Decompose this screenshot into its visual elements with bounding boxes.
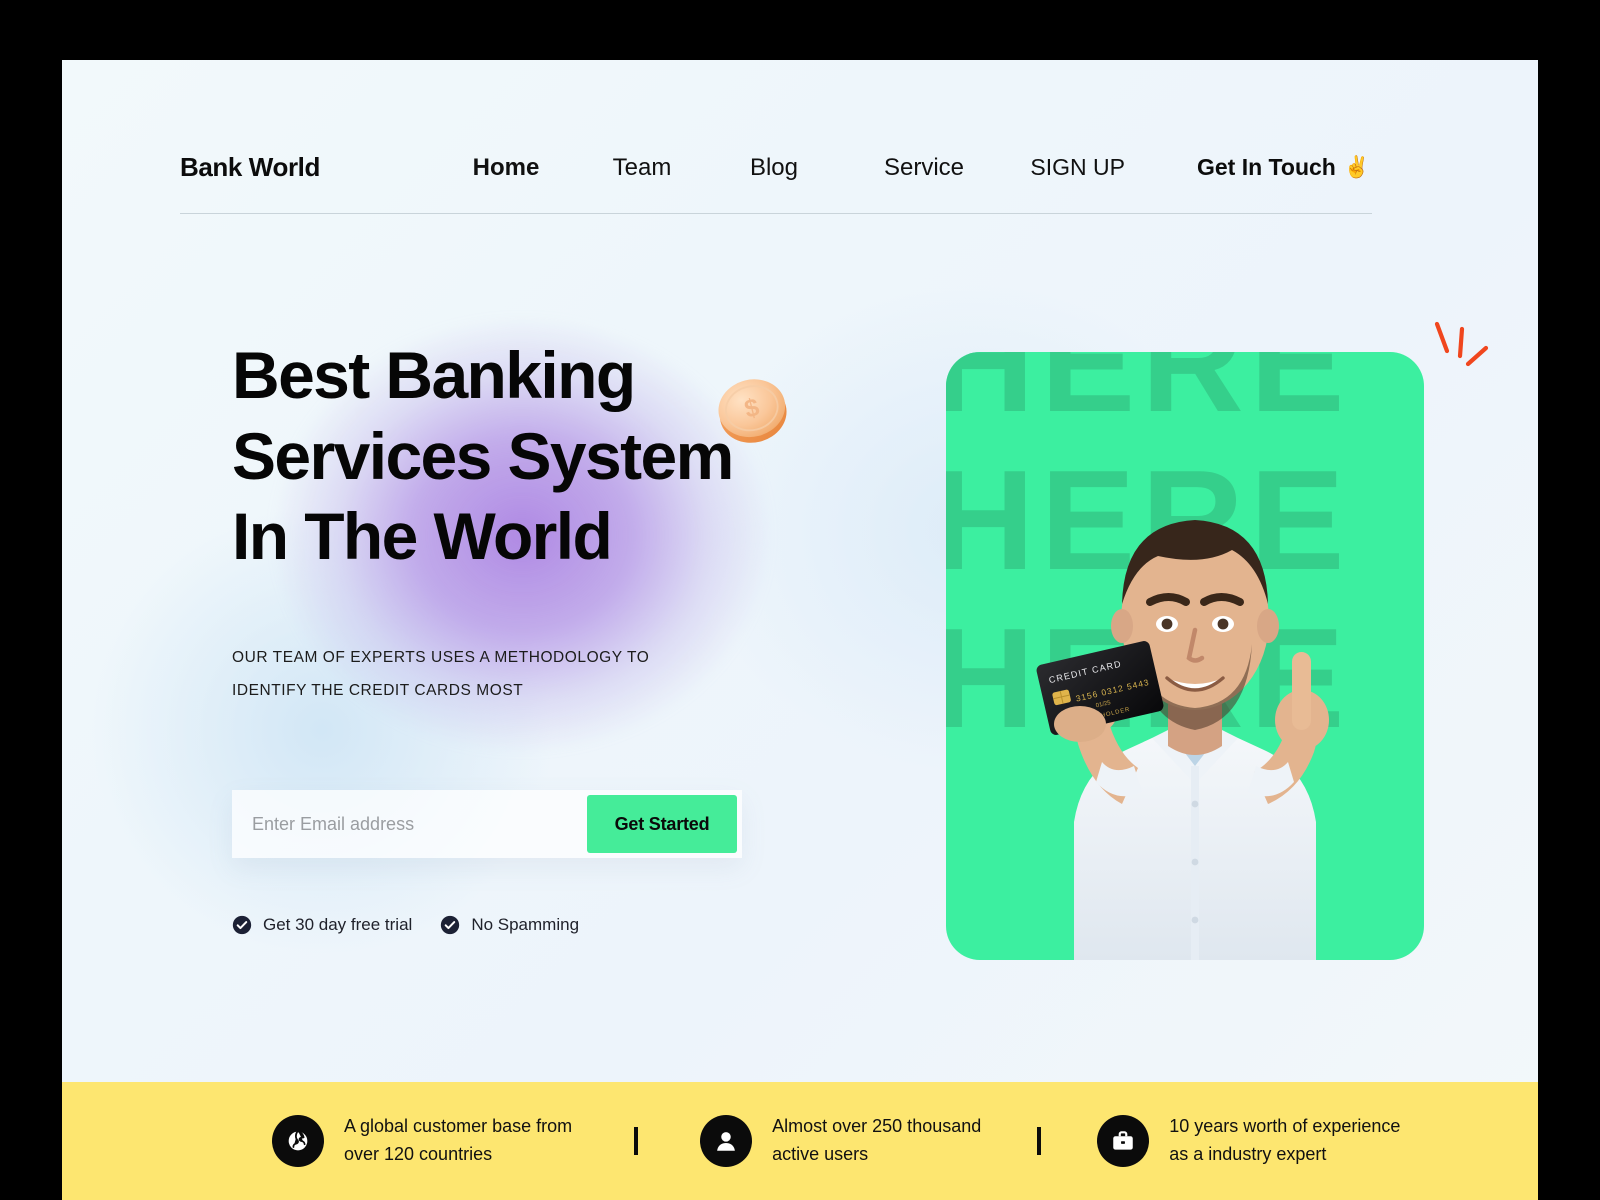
stat-line-2: as a industry expert <box>1169 1144 1327 1164</box>
signup-link[interactable]: SIGN UP <box>1030 154 1125 181</box>
spark-lines-icon <box>1434 321 1489 367</box>
nav-actions: SIGN UP Get In Touch ✌️ <box>1030 154 1372 181</box>
perk-label: No Spamming <box>471 915 580 934</box>
stat-line-2: over 120 countries <box>344 1144 493 1164</box>
stat-item-active-users: Almost over 250 thousand active users <box>700 1113 981 1169</box>
page-frame: Bank World Home Team Blog Service SIGN U… <box>62 60 1538 1200</box>
stat-separator <box>1037 1127 1042 1155</box>
email-input[interactable] <box>232 790 587 858</box>
nav-item-service[interactable]: Service <box>840 150 1008 186</box>
globe-icon <box>272 1115 324 1167</box>
stat-separator <box>634 1127 639 1155</box>
get-in-touch-label: Get In Touch <box>1197 154 1336 180</box>
email-signup-form: Get Started <box>232 790 742 858</box>
stat-item-countries: A global customer base from over 120 cou… <box>272 1113 572 1169</box>
stat-line-1: 10 years worth of experience <box>1169 1116 1401 1137</box>
nav-links: Home Team Blog Service <box>436 150 1008 186</box>
stat-line-2: active users <box>772 1144 869 1164</box>
nav-item-home[interactable]: Home <box>436 150 576 186</box>
brand-logo[interactable]: Bank World <box>180 152 320 183</box>
hero-person-photo: CREDIT CARD 3156 0312 5443 01/25 CARD HO… <box>1036 520 1329 960</box>
get-in-touch-button[interactable]: Get In Touch ✌️ <box>1197 154 1370 181</box>
stat-item-experience: 10 years worth of experience as a indust… <box>1097 1113 1400 1169</box>
stat-text: A global customer base from over 120 cou… <box>344 1113 572 1169</box>
hero-subtext-line-2: IDENTIFY THE CREDIT CARDS MOST <box>232 681 524 699</box>
nav-item-team[interactable]: Team <box>576 150 708 186</box>
nav-item-blog[interactable]: Blog <box>708 150 840 186</box>
hero-image-card: HERE HERE HERE <box>946 352 1424 960</box>
stat-line-1: Almost over 250 thousand <box>772 1116 982 1137</box>
get-started-button[interactable]: Get Started <box>587 795 737 853</box>
perk-item: Get 30 day free trial <box>232 915 412 935</box>
perks-list: Get 30 day free trial No Spamming <box>232 915 579 935</box>
briefcase-icon <box>1097 1115 1150 1167</box>
perk-label: Get 30 day free trial <box>263 915 413 934</box>
check-circle-icon <box>441 915 460 935</box>
hero-subtext: OUR TEAM OF EXPERTS USES A METHODOLOGY T… <box>232 641 852 708</box>
main-navigation: Bank World Home Team Blog Service SIGN U… <box>180 122 1372 214</box>
user-icon <box>700 1115 753 1167</box>
victory-hand-icon: ✌️ <box>1343 156 1370 179</box>
perk-item: No Spamming <box>440 915 579 935</box>
stat-text: 10 years worth of experience as a indust… <box>1169 1113 1400 1169</box>
stats-bar: A global customer base from over 120 cou… <box>62 1082 1538 1200</box>
hero-subtext-line-1: OUR TEAM OF EXPERTS USES A METHODOLOGY T… <box>232 648 650 666</box>
stat-text: Almost over 250 thousand active users <box>772 1113 981 1169</box>
check-circle-icon <box>232 915 252 935</box>
headline-line-3: In The World <box>232 499 613 574</box>
stat-line-1: A global customer base from <box>344 1116 573 1137</box>
